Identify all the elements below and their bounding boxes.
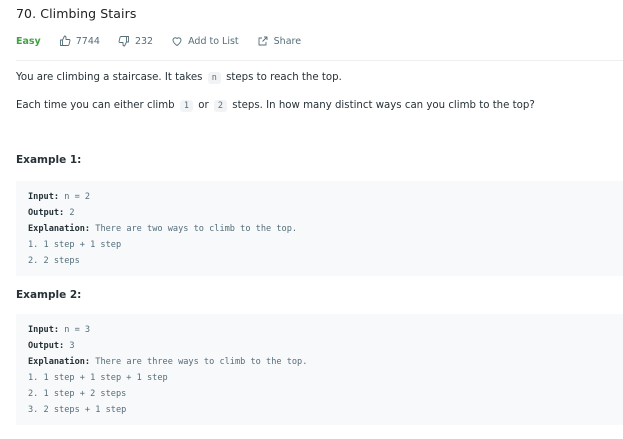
input-label: Input: — [28, 325, 60, 335]
explanation-line: Explanation: There are two ways to climb… — [28, 221, 611, 237]
text: Each time you can either climb — [16, 100, 175, 111]
inline-code: 1 — [179, 100, 193, 112]
input-line: Input: n = 2 — [28, 189, 611, 205]
step-line: 2. 1 step + 2 steps — [28, 389, 127, 399]
heart-icon — [172, 37, 182, 46]
input-label: Input: — [28, 192, 60, 202]
thumbs-down-icon — [118, 36, 129, 47]
step-line: 2. 2 steps — [28, 256, 80, 266]
description-paragraph-2: Each time you can either climb 1 or 2 st… — [16, 100, 535, 112]
add-to-list-label: Add to List — [188, 35, 239, 47]
share-button[interactable]: Share — [257, 35, 301, 47]
input-value: n = 3 — [64, 325, 91, 335]
dislike-count: 232 — [134, 35, 154, 47]
input-line: Input: n = 3 — [28, 322, 611, 338]
example-1-code-block: Input: n = 2 Output: 2 Explanation: Ther… — [16, 181, 623, 276]
example-2-title: Example 2: — [16, 289, 82, 301]
step-line: 3. 2 steps + 1 step — [28, 405, 127, 415]
output-value: 2 — [69, 208, 75, 218]
inline-code: n — [207, 72, 221, 84]
description-paragraph-1: You are climbing a staircase. It takes n… — [16, 72, 342, 84]
share-label: Share — [273, 35, 302, 47]
explanation-line: Explanation: There are three ways to cli… — [28, 354, 611, 370]
output-value: 3 — [69, 341, 75, 351]
header-divider — [16, 60, 623, 61]
text: or — [198, 100, 209, 111]
text: You are climbing a staircase. It takes — [16, 72, 203, 83]
difficulty-badge: Easy — [16, 35, 41, 47]
text: steps to reach the top. — [226, 72, 342, 83]
share-icon — [258, 36, 268, 46]
explanation-value: There are three ways to climb to the top… — [95, 357, 308, 367]
problem-meta-bar: Easy 7744 232 Add to List Share — [16, 34, 319, 48]
input-value: n = 2 — [64, 192, 91, 202]
explanation-label: Explanation: — [28, 224, 91, 234]
step-line: 1. 1 step + 1 step + 1 step — [28, 373, 168, 383]
output-label: Output: — [28, 341, 65, 351]
dislike-button[interactable]: 232 — [118, 35, 153, 47]
step-line: 1. 1 step + 1 step — [28, 240, 122, 250]
output-line: Output: 2 — [28, 205, 611, 221]
inline-code: 2 — [213, 100, 228, 112]
problem-page: 70. Climbing Stairs Easy 7744 232 Add to… — [0, 0, 623, 439]
explanation-label: Explanation: — [28, 357, 91, 367]
explanation-value: There are two ways to climb to the top. — [95, 224, 298, 234]
like-button[interactable]: 7744 — [59, 35, 100, 47]
like-count: 7744 — [75, 35, 100, 47]
problem-title: 70. Climbing Stairs — [16, 6, 137, 21]
example-1-title: Example 1: — [16, 154, 82, 166]
output-label: Output: — [28, 208, 65, 218]
output-line: Output: 3 — [28, 338, 611, 354]
example-2-code-block: Input: n = 3 Output: 3 Explanation: Ther… — [16, 314, 623, 425]
text: steps. In how many distinct ways can you… — [232, 100, 535, 111]
add-to-list-button[interactable]: Add to List — [171, 35, 239, 47]
thumbs-up-icon — [59, 35, 71, 46]
